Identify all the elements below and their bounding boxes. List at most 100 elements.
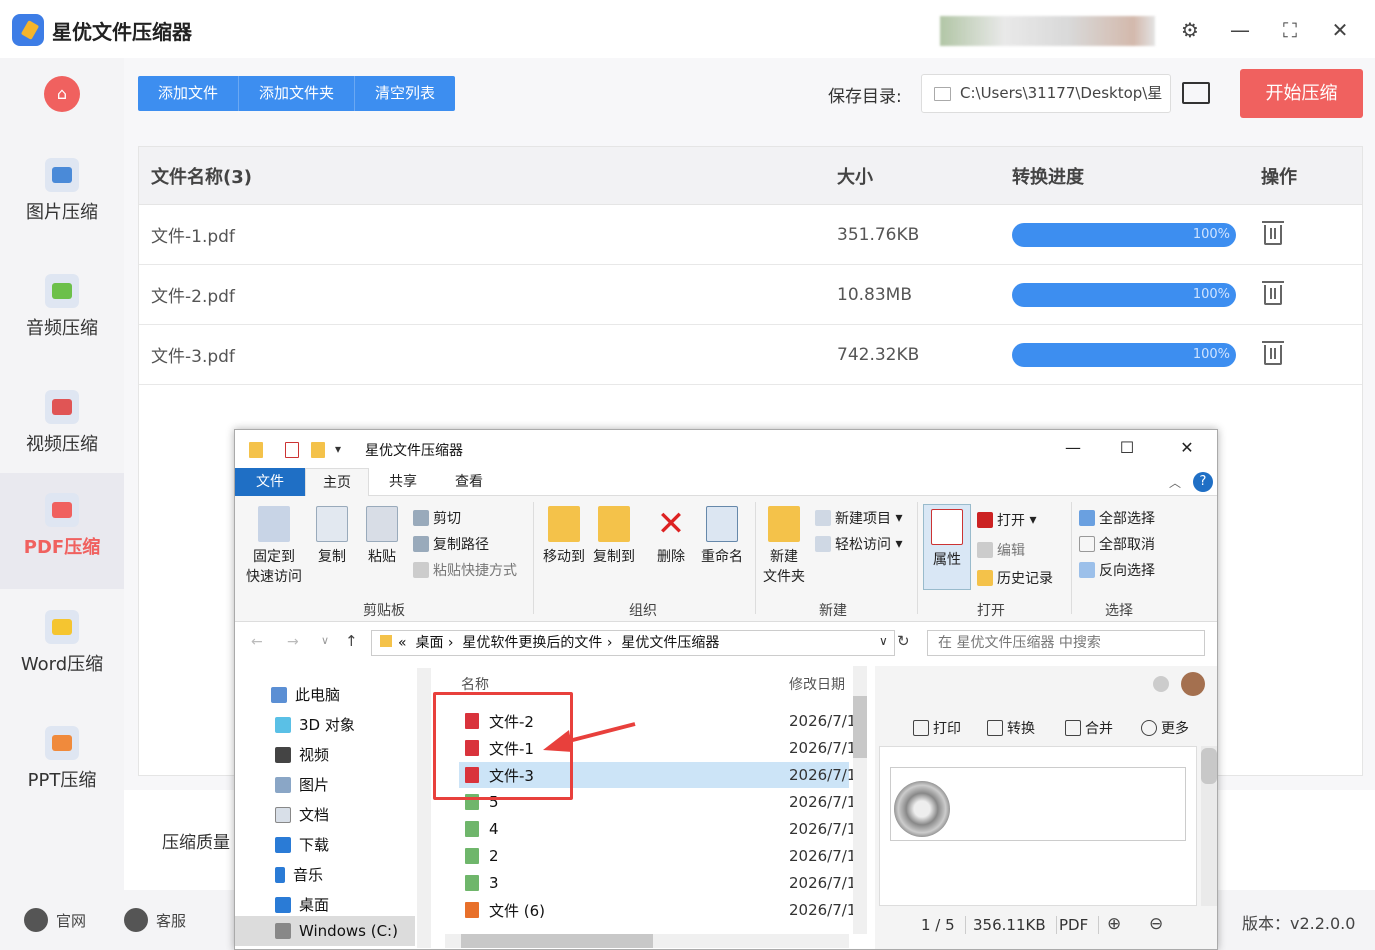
service-link[interactable]: 客服 bbox=[124, 908, 186, 932]
user-avatar[interactable] bbox=[940, 16, 1155, 46]
back-icon[interactable]: ← bbox=[251, 634, 263, 650]
select-all-button[interactable]: 全部选择 bbox=[1079, 508, 1155, 528]
minimize-icon[interactable]: — bbox=[1228, 18, 1252, 42]
tab-share[interactable]: 共享 bbox=[375, 468, 431, 496]
preview-scroll-thumb[interactable] bbox=[1201, 748, 1217, 784]
refresh-icon[interactable]: ↻ bbox=[897, 632, 910, 650]
nav-downloads[interactable]: 下载 bbox=[275, 834, 329, 855]
nav-scrollbar[interactable] bbox=[417, 668, 431, 948]
delete-button[interactable]: ✕ 删除 bbox=[651, 506, 691, 566]
delete-icon[interactable] bbox=[1262, 220, 1284, 245]
close-icon[interactable]: ✕ bbox=[1328, 18, 1352, 42]
add-file-button[interactable]: 添加文件 bbox=[138, 76, 240, 111]
convert-button[interactable]: 转换 bbox=[987, 718, 1035, 738]
h-scroll-thumb[interactable] bbox=[461, 934, 653, 948]
list-item[interactable]: 2 2026/7/1 bbox=[459, 843, 856, 869]
avatar[interactable] bbox=[1181, 672, 1205, 696]
delete-icon[interactable] bbox=[1262, 280, 1284, 305]
file-date: 2026/7/1 bbox=[789, 874, 857, 892]
nav-windows-c[interactable]: Windows (C:) bbox=[275, 922, 398, 940]
sidebar-item-image[interactable]: 图片压缩 bbox=[0, 138, 124, 254]
select-none-button[interactable]: 全部取消 bbox=[1079, 534, 1155, 554]
cut-button[interactable]: 剪切 bbox=[413, 508, 461, 528]
settings-icon[interactable]: ⚙ bbox=[1178, 18, 1202, 42]
move-to-button[interactable]: 移动到 bbox=[541, 506, 587, 566]
save-path-field[interactable]: C:\Users\31177\Desktop\星 bbox=[921, 74, 1171, 113]
forward-icon[interactable]: → bbox=[287, 634, 299, 650]
file-name: 文件-3.pdf bbox=[151, 347, 235, 367]
search-input[interactable]: 在 星优文件压缩器 中搜索 bbox=[927, 630, 1205, 656]
address-dropdown-icon[interactable]: ∨ bbox=[879, 634, 888, 648]
start-compress-button[interactable]: 开始压缩 bbox=[1240, 69, 1363, 118]
clear-list-button[interactable]: 清空列表 bbox=[355, 76, 455, 111]
copy-to-button[interactable]: 复制到 bbox=[591, 506, 637, 566]
col-name-header[interactable]: 名称 bbox=[461, 674, 489, 694]
chevron-down-icon[interactable]: ▾ bbox=[335, 442, 341, 456]
nav-3d-objects[interactable]: 3D 对象 bbox=[275, 714, 355, 735]
nav-desktop[interactable]: 桌面 bbox=[275, 894, 329, 915]
col-date-header[interactable]: 修改日期 bbox=[789, 674, 845, 694]
properties-icon[interactable] bbox=[285, 442, 299, 458]
address-bar[interactable]: « 桌面 › 星优软件更换后的文件 › 星优文件压缩器 bbox=[371, 630, 895, 656]
nav-music[interactable]: 音乐 bbox=[275, 864, 323, 885]
new-folder-button[interactable]: 新建 文件夹 bbox=[761, 506, 807, 586]
edit-button[interactable]: 编辑 bbox=[977, 540, 1025, 560]
sidebar-item-word[interactable]: Word压缩 bbox=[0, 590, 124, 706]
app-title: 星优文件压缩器 bbox=[52, 20, 192, 44]
nav-this-pc[interactable]: 此电脑 bbox=[271, 684, 340, 705]
tab-file[interactable]: 文件 bbox=[235, 468, 305, 496]
list-item[interactable]: 文件 (6) 2026/7/1 bbox=[459, 897, 856, 923]
zoom-in-icon[interactable]: ⊕ bbox=[1107, 914, 1121, 934]
copy-button[interactable]: 复制 bbox=[311, 506, 353, 566]
help-icon[interactable]: ? bbox=[1193, 472, 1213, 492]
sidebar-item-ppt[interactable]: PPT压缩 bbox=[0, 706, 124, 822]
breadcrumb-desktop[interactable]: 桌面 bbox=[415, 635, 443, 651]
nav-documents[interactable]: 文档 bbox=[275, 804, 329, 825]
history-button[interactable]: 历史记录 bbox=[977, 568, 1053, 588]
minimize-icon[interactable]: — bbox=[1061, 438, 1085, 457]
more-button[interactable]: 更多 bbox=[1141, 718, 1189, 738]
sidebar-item-pdf[interactable]: PDF压缩 bbox=[0, 473, 124, 589]
tab-view[interactable]: 查看 bbox=[441, 468, 497, 496]
home-icon[interactable]: ⌂ bbox=[44, 76, 80, 112]
copy-path-button[interactable]: 复制路径 bbox=[413, 534, 489, 554]
tab-home[interactable]: 主页 bbox=[305, 468, 369, 496]
recent-dropdown-icon[interactable]: ∨ bbox=[321, 634, 329, 647]
annotation-arrow-icon bbox=[543, 722, 636, 752]
new-item-button[interactable]: 新建项目 ▾ bbox=[815, 508, 902, 528]
website-link[interactable]: 官网 bbox=[24, 908, 86, 932]
col-action: 操作 bbox=[1261, 166, 1297, 188]
breadcrumb-current[interactable]: 星优文件压缩器 bbox=[621, 635, 719, 651]
maximize-icon[interactable]: ⛶ bbox=[1278, 18, 1302, 42]
new-folder-icon[interactable] bbox=[311, 442, 325, 458]
paste-button[interactable]: 粘贴 bbox=[361, 506, 403, 566]
delete-icon[interactable] bbox=[1262, 340, 1284, 365]
h-scrollbar[interactable] bbox=[445, 934, 849, 948]
nav-pictures[interactable]: 图片 bbox=[275, 774, 329, 795]
add-folder-button[interactable]: 添加文件夹 bbox=[239, 76, 356, 111]
scroll-thumb[interactable] bbox=[853, 696, 867, 758]
nav-videos[interactable]: 视频 bbox=[275, 744, 329, 765]
list-item[interactable]: 4 2026/7/1 bbox=[459, 816, 856, 842]
pin-quick-access-button[interactable]: 固定到 快速访问 bbox=[243, 506, 305, 586]
properties-button[interactable]: 属性 bbox=[923, 504, 971, 590]
folder-open-icon[interactable] bbox=[1182, 82, 1210, 104]
list-item[interactable]: 3 2026/7/1 bbox=[459, 870, 856, 896]
up-icon[interactable]: ↑ bbox=[345, 632, 358, 650]
close-icon[interactable]: ✕ bbox=[1175, 438, 1199, 457]
rename-button[interactable]: 重命名 bbox=[697, 506, 747, 566]
maximize-icon[interactable]: ☐ bbox=[1115, 438, 1139, 457]
breadcrumb-folder[interactable]: 星优软件更换后的文件 bbox=[462, 635, 602, 651]
file-list-scrollbar[interactable] bbox=[853, 666, 867, 934]
sidebar-item-video[interactable]: 视频压缩 bbox=[0, 370, 124, 486]
easy-access-button[interactable]: 轻松访问 ▾ bbox=[815, 534, 902, 554]
preview-scrollbar[interactable] bbox=[1201, 746, 1217, 906]
collapse-ribbon-icon[interactable]: ︿ bbox=[1169, 474, 1181, 491]
merge-button[interactable]: 合并 bbox=[1065, 718, 1113, 738]
sidebar-item-audio[interactable]: 音频压缩 bbox=[0, 254, 124, 370]
paste-shortcut-button[interactable]: 粘贴快捷方式 bbox=[413, 560, 517, 580]
zoom-out-icon[interactable]: ⊖ bbox=[1149, 914, 1163, 934]
invert-selection-button[interactable]: 反向选择 bbox=[1079, 560, 1155, 580]
open-button[interactable]: 打开 ▾ bbox=[977, 510, 1036, 530]
print-button[interactable]: 打印 bbox=[913, 718, 961, 738]
